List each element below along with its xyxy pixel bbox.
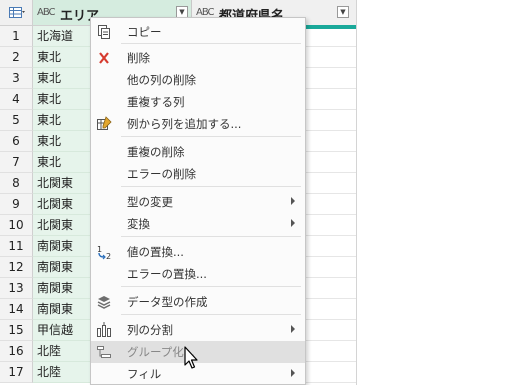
menu-item-label: 削除 xyxy=(127,51,150,65)
menu-item-label: エラーの削除 xyxy=(127,167,196,181)
menu-item-13[interactable]: 列の分割 xyxy=(91,319,305,341)
menu-item-8[interactable]: 型の変更 xyxy=(91,191,305,213)
menu-item-label: 重複する列 xyxy=(127,95,185,109)
filter-dropdown-button[interactable]: ▼ xyxy=(337,6,349,18)
menu-item-label: 型の変更 xyxy=(127,195,173,209)
menu-item-label: フィル xyxy=(127,367,162,381)
row-number[interactable]: 9 xyxy=(0,194,33,215)
menu-separator xyxy=(121,314,301,315)
row-number[interactable]: 2 xyxy=(0,47,33,68)
row-number[interactable]: 6 xyxy=(0,131,33,152)
menu-item-label: データ型の作成 xyxy=(127,295,208,309)
row-number[interactable]: 5 xyxy=(0,110,33,131)
menu-item-label: 他の列の削除 xyxy=(127,73,196,87)
table-icon xyxy=(9,7,25,18)
menu-item-11[interactable]: エラーの置換... xyxy=(91,263,305,285)
menu-item-label: 値の置換... xyxy=(127,245,184,259)
menu-separator xyxy=(121,186,301,187)
row-number[interactable]: 15 xyxy=(0,320,33,341)
copy-icon xyxy=(98,25,110,39)
row-number[interactable]: 11 xyxy=(0,236,33,257)
menu-item-3[interactable]: 他の列の削除 xyxy=(91,69,305,91)
menu-item-10[interactable]: 1 2 値の置換... xyxy=(91,241,305,263)
submenu-arrow-icon xyxy=(291,197,295,205)
menu-item-14[interactable]: グループ化... xyxy=(91,341,305,363)
text-type-icon[interactable]: ABC xyxy=(37,7,55,18)
menu-item-4[interactable]: 重複する列 xyxy=(91,91,305,113)
group-by-icon xyxy=(97,346,111,358)
row-number[interactable]: 10 xyxy=(0,215,33,236)
row-number[interactable]: 12 xyxy=(0,257,33,278)
menu-item-label: 重複の削除 xyxy=(127,145,185,159)
mouse-cursor-icon xyxy=(184,346,198,369)
menu-item-label: 列の分割 xyxy=(127,323,173,337)
menu-item-5[interactable]: 例から列を追加する... xyxy=(91,113,305,135)
row-number[interactable]: 16 xyxy=(0,341,33,362)
menu-separator xyxy=(121,136,301,137)
split-column-icon xyxy=(97,322,111,337)
row-number[interactable]: 17 xyxy=(0,362,33,383)
submenu-arrow-icon xyxy=(291,219,295,227)
menu-item-2[interactable]: 削除 xyxy=(91,47,305,69)
row-number[interactable]: 7 xyxy=(0,152,33,173)
menu-item-1[interactable]: コピー xyxy=(91,21,305,43)
row-number[interactable]: 8 xyxy=(0,173,33,194)
menu-separator xyxy=(121,236,301,237)
table-menu-button[interactable] xyxy=(0,0,33,26)
row-number[interactable]: 3 xyxy=(0,68,33,89)
menu-item-label: コピー xyxy=(127,25,162,39)
menu-item-label: 例から列を追加する... xyxy=(127,117,242,131)
menu-item-7[interactable]: エラーの削除 xyxy=(91,163,305,185)
row-number[interactable]: 4 xyxy=(0,89,33,110)
menu-item-12[interactable]: データ型の作成 xyxy=(91,291,305,313)
replace-values-icon: 12 xyxy=(97,245,111,260)
menu-item-label: 変換 xyxy=(127,217,150,231)
svg-text:1: 1 xyxy=(97,245,102,254)
menu-separator xyxy=(121,286,301,287)
menu-item-9[interactable]: 変換 xyxy=(91,213,305,235)
menu-separator xyxy=(121,43,301,44)
add-column-from-examples-icon xyxy=(97,116,112,130)
menu-item-15[interactable]: フィル xyxy=(91,363,305,385)
delete-icon xyxy=(99,52,109,64)
row-number[interactable]: 14 xyxy=(0,299,33,320)
menu-item-6[interactable]: 重複の削除 xyxy=(91,141,305,163)
menu-item-label: エラーの置換... xyxy=(127,267,207,281)
svg-text:2: 2 xyxy=(106,252,111,260)
submenu-arrow-icon xyxy=(291,325,295,333)
create-data-type-icon xyxy=(97,296,111,309)
row-number[interactable]: 13 xyxy=(0,278,33,299)
row-number[interactable]: 1 xyxy=(0,26,33,47)
context-menu: コピー削除他の列の削除 重複する列例から列を追加する... 重複の削除エラーの削除型… xyxy=(90,17,306,385)
submenu-arrow-icon xyxy=(291,369,295,377)
